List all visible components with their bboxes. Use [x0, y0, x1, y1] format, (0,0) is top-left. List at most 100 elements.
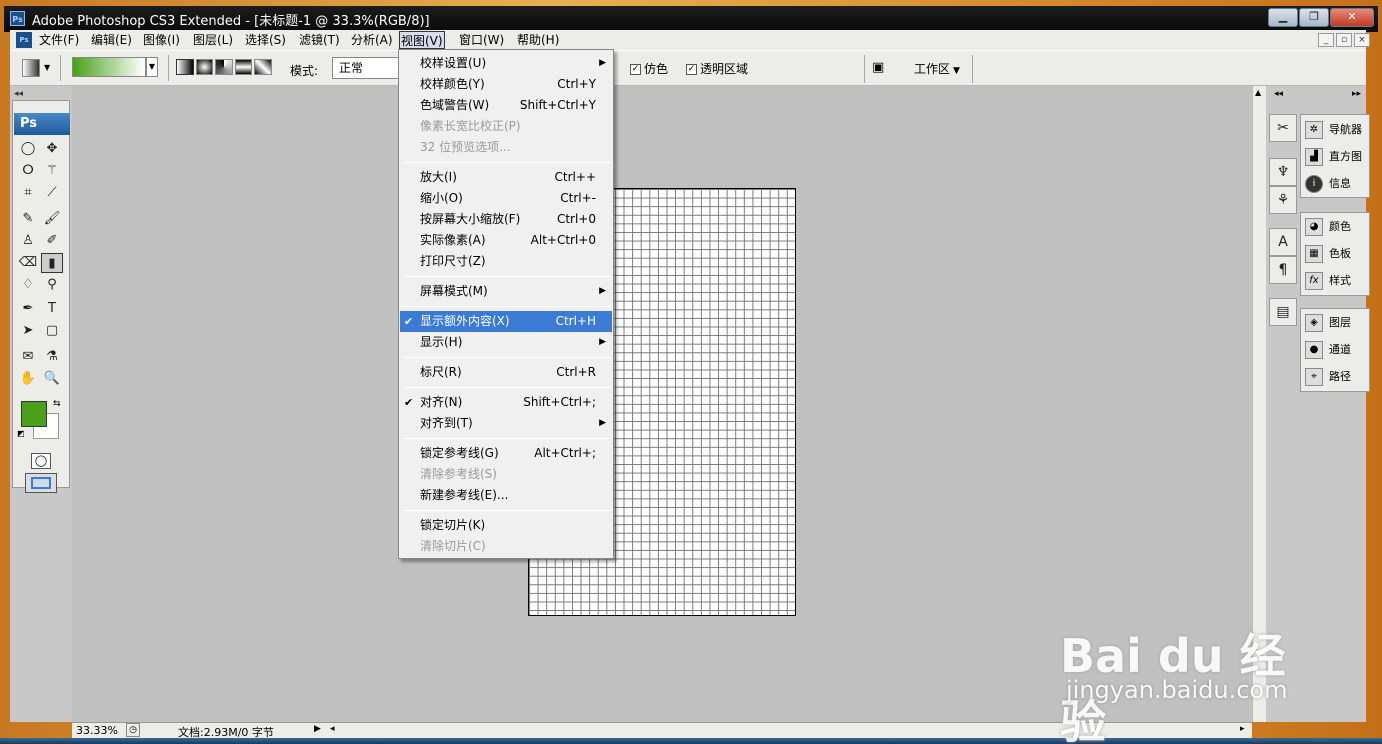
navigator-tab[interactable]: ✲ 导航器	[1301, 118, 1369, 142]
brush-tool-icon[interactable]: 🖌	[41, 209, 63, 229]
dither-checkbox[interactable]: ✓	[630, 64, 641, 75]
transparency-option[interactable]: ✓ 透明区域	[686, 60, 748, 77]
character-panel-icon[interactable]: A	[1269, 228, 1297, 256]
view-menu-item[interactable]: 校样设置(U) ▶	[400, 53, 612, 74]
gradient-picker[interactable]	[72, 57, 146, 77]
pen-tool-icon[interactable]: ✒	[17, 299, 39, 319]
view-menu-item[interactable]: 锁定切片(K)	[400, 515, 612, 536]
blur-tool-icon[interactable]: ♢	[17, 275, 39, 295]
clone-source-icon[interactable]: ⚘	[1269, 186, 1297, 214]
tool-preset-icon[interactable]	[22, 59, 40, 77]
zoom-level[interactable]: 33.33%	[76, 724, 118, 737]
toolbox-ps-logo[interactable]: Ps	[14, 113, 70, 135]
view-menu-item[interactable]: 实际像素(A) Alt+Ctrl+0	[400, 230, 612, 251]
menu-filter[interactable]: 滤镜(T)	[298, 31, 341, 49]
preset-dropdown-arrow-icon[interactable]: ▼	[44, 63, 50, 72]
swap-colors-icon[interactable]: ⇆	[53, 399, 61, 409]
doc-restore-icon[interactable]: ▫	[1336, 33, 1352, 47]
histogram-tab[interactable]: ▟ 直方图	[1301, 145, 1369, 169]
history-brush-icon[interactable]: ✐	[41, 231, 63, 251]
menu-select[interactable]: 选择(S)	[244, 31, 287, 49]
clone-stamp-icon[interactable]: ♙	[17, 231, 39, 251]
dock-collapse-icon[interactable]: ◂◂	[1274, 89, 1283, 99]
eyedropper-icon[interactable]: ⚗	[41, 347, 63, 367]
info-tab[interactable]: i 信息	[1301, 172, 1369, 196]
view-menu-item[interactable]: 标尺(R) Ctrl+R	[400, 362, 612, 383]
scroll-up-icon[interactable]: ▲	[1255, 88, 1261, 97]
slice-tool-icon[interactable]: ⟋	[41, 183, 63, 203]
notes-tool-icon[interactable]: ✉	[17, 347, 39, 367]
zoom-tool-icon[interactable]: 🔍	[41, 369, 63, 389]
doc-minimize-icon[interactable]: _	[1318, 33, 1334, 47]
swatches-tab[interactable]: ▦ 色板	[1301, 242, 1369, 266]
status-info-icon[interactable]: ◷	[126, 723, 140, 737]
close-icon[interactable]: ✕	[1330, 8, 1374, 27]
menu-edit[interactable]: 编辑(E)	[90, 31, 133, 49]
view-menu-item[interactable]: 显示(H) ▶	[400, 332, 612, 353]
dock-expand-icon[interactable]: ▸▸	[1352, 89, 1361, 99]
styles-tab[interactable]: fx 样式	[1301, 269, 1369, 293]
view-menu-item[interactable]: 屏幕模式(M) ▶	[400, 281, 612, 302]
eraser-tool-icon[interactable]: ⌫	[17, 253, 39, 273]
brushes-panel-icon[interactable]: ♆	[1269, 158, 1297, 186]
menu-view[interactable]: 视图(V)	[399, 31, 445, 49]
view-menu-item[interactable]: 色域警告(W) Shift+Ctrl+Y	[400, 95, 612, 116]
angle-gradient-icon[interactable]	[215, 59, 233, 75]
view-menu-item[interactable]: 按屏幕大小缩放(F) Ctrl+0	[400, 209, 612, 230]
healing-brush-icon[interactable]: ✎	[17, 209, 39, 229]
view-menu-item[interactable]: 打印尺寸(Z)	[400, 251, 612, 272]
reflected-gradient-icon[interactable]	[234, 59, 253, 75]
view-menu-item[interactable]: 放大(I) Ctrl++	[400, 167, 612, 188]
menu-help[interactable]: 帮助(H)	[516, 31, 560, 49]
view-menu-item[interactable]: 对齐到(T) ▶	[400, 413, 612, 434]
elliptical-marquee-icon[interactable]: ◯	[17, 139, 39, 159]
hand-tool-icon[interactable]: ✋	[17, 369, 39, 389]
screen-mode-icon[interactable]	[25, 473, 57, 493]
channels-tab[interactable]: ● 通道	[1301, 338, 1369, 362]
diamond-gradient-icon[interactable]	[254, 59, 272, 75]
view-menu-item[interactable]: 锁定参考线(G) Alt+Ctrl+;	[400, 443, 612, 464]
toolbox-collapse-icon[interactable]: ◂◂	[14, 89, 23, 99]
minimize-icon[interactable]: ▁	[1268, 8, 1298, 27]
paragraph-panel-icon[interactable]: ¶	[1269, 256, 1297, 284]
view-menu-item[interactable]: ✔ 显示额外内容(X) Ctrl+H	[400, 311, 612, 332]
crop-tool-icon[interactable]: ⌗	[17, 183, 39, 203]
move-tool-icon[interactable]: ✥	[41, 139, 63, 159]
hscroll-left-icon[interactable]: ◂	[330, 724, 335, 734]
path-selection-icon[interactable]: ➤	[17, 321, 39, 341]
gradient-dropdown-arrow-icon[interactable]: ▼	[146, 57, 158, 77]
color-tab[interactable]: ◕ 颜色	[1301, 215, 1369, 239]
transparency-checkbox[interactable]: ✓	[686, 64, 697, 75]
menu-analysis[interactable]: 分析(A)	[350, 31, 394, 49]
restore-icon[interactable]: ❐	[1299, 8, 1329, 27]
menu-window[interactable]: 窗口(W)	[458, 31, 505, 49]
default-colors-icon[interactable]: ◩	[17, 429, 25, 438]
menu-file[interactable]: 文件(F)	[38, 31, 80, 49]
dodge-tool-icon[interactable]: ⚲	[41, 275, 63, 295]
shape-tool-icon[interactable]: ▢	[41, 321, 63, 341]
status-menu-arrow-icon[interactable]: ▶	[314, 724, 321, 734]
radial-gradient-icon[interactable]	[195, 59, 214, 75]
mode-select[interactable]: 正常	[332, 57, 408, 79]
dither-option[interactable]: ✓ 仿色	[630, 60, 668, 77]
view-menu-item[interactable]: 新建参考线(E)...	[400, 485, 612, 506]
view-menu-item[interactable]: ✔ 对齐(N) Shift+Ctrl+;	[400, 392, 612, 413]
document-ps-icon[interactable]: Ps	[16, 32, 32, 48]
gradient-tool-icon[interactable]: ▮	[41, 253, 63, 273]
layers-tab[interactable]: ◈ 图层	[1301, 311, 1369, 335]
tool-presets-icon[interactable]: ✂	[1269, 114, 1297, 142]
layer-comps-icon[interactable]: ▤	[1269, 298, 1297, 326]
quick-mask-icon[interactable]: ◯	[31, 453, 51, 469]
foreground-color-swatch[interactable]	[21, 401, 47, 427]
view-menu-item[interactable]: 缩小(O) Ctrl+-	[400, 188, 612, 209]
view-menu-item[interactable]: 校样颜色(Y) Ctrl+Y	[400, 74, 612, 95]
type-tool-icon[interactable]: T	[41, 299, 63, 319]
paths-tab[interactable]: ⌖ 路径	[1301, 365, 1369, 389]
menu-image[interactable]: 图像(I)	[142, 31, 181, 49]
doc-close-icon[interactable]: ×	[1354, 33, 1370, 47]
workspace-menu[interactable]: 工作区 ▼	[914, 60, 960, 77]
bridge-icon[interactable]: ▣	[872, 59, 894, 77]
lasso-tool-icon[interactable]: ⵔ	[17, 161, 39, 181]
magic-wand-icon[interactable]: ⚚	[41, 161, 63, 181]
menu-layer[interactable]: 图层(L)	[192, 31, 234, 49]
